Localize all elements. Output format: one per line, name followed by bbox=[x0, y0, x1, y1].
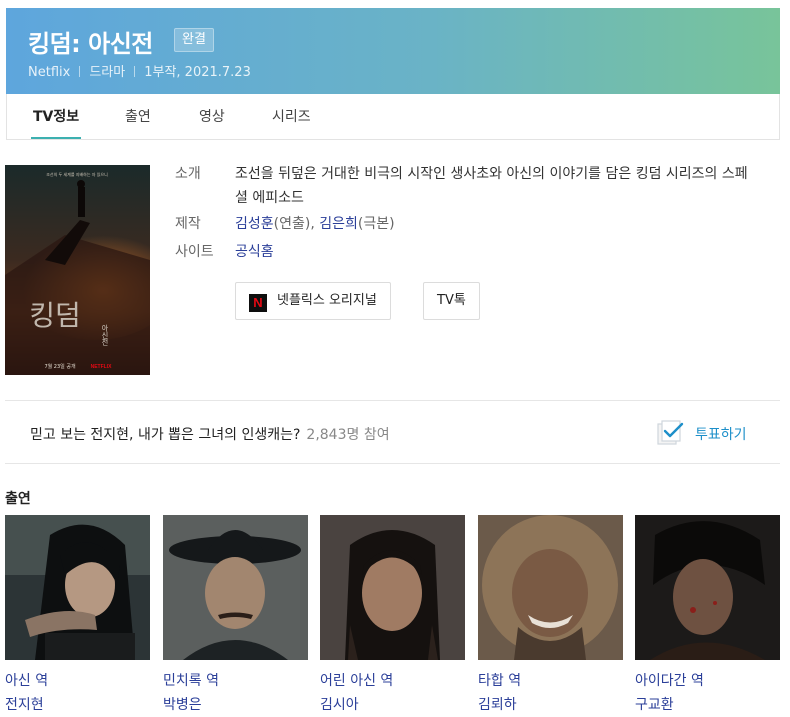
poster-title: 킹덤 bbox=[29, 299, 81, 332]
site-value: 공식홈 bbox=[235, 240, 755, 264]
director-role: (연출), bbox=[273, 216, 315, 232]
cast-role[interactable]: 타합 역 bbox=[478, 670, 521, 690]
cast-name[interactable]: 전지현 bbox=[5, 694, 44, 714]
cast-card: 타합 역 김뢰하 bbox=[478, 515, 623, 713]
writer-role: (극본) bbox=[357, 216, 395, 232]
divider bbox=[5, 400, 780, 401]
cast-role[interactable]: 어린 아신 역 bbox=[320, 670, 393, 690]
cast-photo[interactable] bbox=[163, 515, 308, 660]
cast-photo[interactable] bbox=[635, 515, 780, 660]
status-badge: 완결 bbox=[174, 28, 214, 52]
tab-bar: TV정보 출연 영상 시리즈 bbox=[6, 94, 780, 140]
intro-text: 조선을 뒤덮은 거대한 비극의 시작인 생사초와 아신의 이야기를 담은 킹덤 … bbox=[235, 166, 748, 206]
tab-tv-info[interactable]: TV정보 bbox=[30, 94, 82, 139]
netflix-logo-icon: N bbox=[249, 294, 267, 312]
cast-card: 민치록 역 박병은 bbox=[163, 515, 308, 713]
director-link[interactable]: 김성훈 bbox=[235, 216, 274, 232]
cast-photo[interactable] bbox=[320, 515, 465, 660]
meta-divider bbox=[134, 66, 136, 77]
poll-question: 믿고 보는 전지현, 내가 뽑은 그녀의 인생캐는? bbox=[30, 427, 301, 443]
poster-subtitle: 아신전 bbox=[101, 324, 109, 346]
vote-checkbox-icon bbox=[657, 420, 684, 445]
poster-image[interactable]: 조선의 두 세계를 지배하는 자 있으니 킹덤 아신전 7월 23일 공개 NE… bbox=[5, 165, 150, 375]
tab-video[interactable]: 영상 bbox=[199, 94, 225, 139]
cast-role[interactable]: 아신 역 bbox=[5, 670, 48, 690]
cast-photo[interactable] bbox=[478, 515, 623, 660]
program-header: 킹덤: 아신전 완결 Netflix 드라마 1부작, 2021.7.23 bbox=[6, 8, 780, 94]
meta-divider bbox=[79, 66, 81, 77]
cast-role[interactable]: 민치록 역 bbox=[163, 670, 219, 690]
meta-genre: 드라마 bbox=[89, 65, 126, 80]
divider bbox=[5, 463, 780, 464]
netflix-original-button[interactable]: N 넷플릭스 오리지널 bbox=[235, 282, 391, 320]
cast-card: 어린 아신 역 김시아 bbox=[320, 515, 465, 713]
cast-name[interactable]: 김시아 bbox=[320, 694, 359, 714]
production-value: 김성훈(연출), 김은희(극본) bbox=[235, 212, 755, 236]
cast-photo[interactable] bbox=[5, 515, 150, 660]
cast-card: 아신 역 전지현 bbox=[5, 515, 150, 713]
program-title: 킹덤: 아신전 bbox=[28, 30, 153, 58]
poll-participant-count: 2,843명 참여 bbox=[306, 427, 390, 443]
official-site-link[interactable]: 공식홈 bbox=[235, 244, 274, 260]
netflix-original-label: 넷플릭스 오리지널 bbox=[277, 293, 377, 308]
cast-name[interactable]: 김뢰하 bbox=[478, 694, 517, 714]
poster-brand: NETFLIX bbox=[91, 364, 112, 370]
tab-series[interactable]: 시리즈 bbox=[272, 94, 311, 139]
cast-card: 아이다간 역 구교환 bbox=[635, 515, 780, 713]
poll-question-row[interactable]: 믿고 보는 전지현, 내가 뽑은 그녀의 인생캐는? 2,843명 참여 bbox=[30, 424, 390, 444]
production-label: 제작 bbox=[175, 216, 201, 232]
meta-channel: Netflix bbox=[28, 65, 71, 80]
vote-label: 투표하기 bbox=[695, 427, 747, 443]
program-meta: Netflix 드라마 1부작, 2021.7.23 bbox=[28, 61, 251, 80]
cast-name[interactable]: 구교환 bbox=[635, 694, 674, 714]
meta-episodes-date: 1부작, 2021.7.23 bbox=[144, 65, 251, 80]
tv-talk-button[interactable]: TV톡 bbox=[423, 282, 480, 320]
intro-label: 소개 bbox=[175, 166, 201, 182]
cast-role[interactable]: 아이다간 역 bbox=[635, 670, 704, 690]
poster-tagline: 조선의 두 세계를 지배하는 자 있으니 bbox=[46, 171, 108, 177]
cast-heading: 출연 bbox=[5, 491, 31, 507]
cast-name[interactable]: 박병은 bbox=[163, 694, 202, 714]
tab-cast[interactable]: 출연 bbox=[125, 94, 151, 139]
site-label: 사이트 bbox=[175, 244, 214, 260]
writer-link[interactable]: 김은희 bbox=[319, 216, 358, 232]
poster-footer: 7월 23일 공개 bbox=[44, 363, 76, 370]
